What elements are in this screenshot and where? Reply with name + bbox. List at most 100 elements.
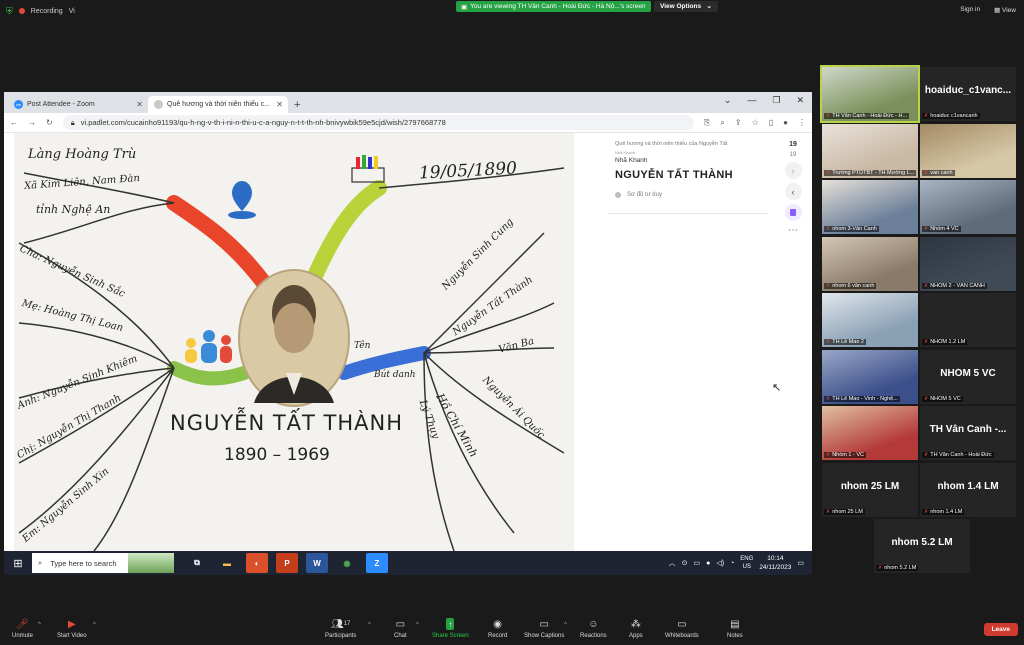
participant-tile[interactable]: ✗ TH Vân Canh - Hoài Đức - H... (820, 65, 920, 123)
start-video-button[interactable]: ▶︎ Start Video (57, 618, 87, 640)
share-icon[interactable]: ⇪ (735, 118, 742, 128)
comment-button[interactable] (784, 204, 802, 221)
mouse-cursor-icon: ↖ (772, 382, 782, 394)
paint-app-icon[interactable]: ◐ (246, 553, 268, 573)
file-explorer-icon[interactable]: ▬ (216, 553, 238, 573)
taskbar-clock[interactable]: 10:14 24/11/2023 (759, 554, 791, 572)
participant-tile[interactable]: ✗ nhom 3-Vân Canh (822, 180, 918, 234)
participant-tile[interactable]: TH Vân Canh -... ✗ TH Vân Canh - Hoài Đức (920, 406, 1016, 460)
chevron-up-icon[interactable]: ^ (564, 622, 567, 628)
back-icon[interactable]: ← (10, 118, 18, 127)
previous-post-button[interactable]: ‹ (784, 183, 802, 200)
leave-button[interactable]: Leave (983, 623, 1018, 636)
sidepanel-icon[interactable]: ▯ (769, 118, 773, 128)
tab-padlet[interactable]: Quê hương và thời niên thiếu c... ✕ (148, 96, 288, 113)
zoom-lens-icon[interactable]: ⌕ (720, 118, 724, 128)
participant-name: nhom 6 vân canh (832, 282, 875, 289)
chevron-down-icon[interactable]: ⌄ (724, 95, 732, 106)
mic-muted-icon: ✗ (924, 395, 929, 402)
zoom-app-icon[interactable]: Z (366, 553, 388, 573)
participant-tile[interactable]: ✗ NHÓM 2 - VÂN CANH (920, 236, 1016, 291)
participant-tile[interactable]: nhom 1.4 LM ✗ nhom 1.4 LM (920, 462, 1016, 517)
participant-tile[interactable]: hoaiduc_c1vanc... ✗ hoaiduc c1vancanh (920, 67, 1016, 121)
notifications-icon[interactable]: ▭ (797, 559, 804, 567)
view-label: View (1002, 7, 1016, 14)
notes-button[interactable]: ▤ Notes (727, 618, 743, 640)
show-captions-button[interactable]: ▭ Show Captions (524, 618, 564, 640)
restore-icon[interactable]: ❐ (772, 95, 780, 106)
translate-icon[interactable]: ⎘ (704, 118, 710, 128)
chevron-up-icon[interactable]: ^ (38, 622, 41, 628)
participant-name-label: ✗ TH Vân Canh - Hoài Đức (922, 452, 994, 458)
participant-tile[interactable]: ✗ TH Lê Mao - Vinh - Nghệ... (822, 349, 918, 404)
star-icon[interactable]: ☆ (752, 118, 759, 128)
forward-icon[interactable]: → (28, 118, 36, 127)
reactions-button[interactable]: ☺ Reactions (580, 618, 607, 640)
task-view-icon[interactable]: ⧉ (186, 553, 208, 573)
reload-icon[interactable]: ↻ (46, 118, 53, 127)
chevron-up-icon[interactable]: ^ (416, 622, 419, 628)
chrome-icon[interactable]: ◉ (336, 553, 358, 573)
input-language[interactable]: ENG US (740, 555, 753, 571)
chevron-up-icon[interactable]: ^ (368, 622, 371, 628)
new-tab-button[interactable]: + (294, 99, 300, 111)
profile-avatar[interactable]: ● (783, 118, 788, 128)
padlet-post-panel: Quê hương và thời niên thiếu của Nguyễn … (608, 133, 812, 551)
participant-tile[interactable]: ✗ NHÓM 1.2 LM (920, 293, 1016, 347)
close-window-icon[interactable]: ✕ (796, 95, 804, 106)
more-options-icon[interactable]: ⋯ (788, 225, 798, 236)
participant-tile[interactable]: ✗ TH Lê Mao 2 (822, 293, 918, 347)
zoom-top-bar: ⛨ Recording Vi ▣ You are viewing TH Vân … (0, 0, 1024, 22)
tab-zoom[interactable]: zm Post Attendee - Zoom ✕ (8, 96, 148, 113)
show-hidden-icons-icon[interactable]: ︿ (669, 558, 676, 568)
participant-tile[interactable]: nhom 5.2 LM ✗ nhom 5.2 LM (874, 519, 970, 573)
unmute-button[interactable]: 🎤︎ Unmute (12, 618, 33, 640)
shield-icon[interactable]: ⛨ (6, 6, 13, 17)
chat-button[interactable]: ▭ Chat (394, 618, 407, 640)
tab-label: Quê hương và thời niên thiếu c... (167, 101, 270, 108)
mic-icon[interactable]: ● (706, 560, 710, 567)
author-caption: Nhã Khanh (615, 150, 636, 155)
chevron-up-icon[interactable]: ^ (93, 622, 96, 628)
participant-tile[interactable]: nhom 25 LM ✗ nhom 25 LM (822, 462, 918, 517)
menu-icon[interactable]: ⋮ (798, 118, 806, 128)
share-screen-button[interactable]: ↑ Share Screen (432, 618, 469, 639)
lang-code: ENG (740, 556, 754, 562)
participants-icon: 👥︎ 17 (330, 618, 351, 630)
participant-name-label: ✗ TH Lê Mao - Vinh - Nghệ... (824, 395, 900, 402)
participant-tile[interactable]: ✗ Nhóm 1 - VC (822, 406, 918, 460)
chrome-window: zm Post Attendee - Zoom ✕ Quê hương và t… (4, 92, 812, 575)
taskbar-search-input[interactable]: ⌕ Type here to search (32, 553, 174, 573)
participant-tile[interactable]: ✗ Nhóm 4 VC (920, 180, 1016, 234)
sign-in-button[interactable]: Sign in (960, 6, 980, 14)
minimize-icon[interactable]: — (747, 95, 756, 106)
next-post-button[interactable]: › (784, 162, 802, 179)
close-icon[interactable]: ✕ (136, 100, 143, 109)
participants-button[interactable]: 👥︎ 17 Participants (325, 618, 356, 640)
mindmap-years: 1890 – 1969 (224, 445, 330, 465)
windows-start-icon[interactable]: ⊞ (4, 557, 32, 570)
close-icon[interactable]: ✕ (276, 100, 283, 109)
volume-icon[interactable]: ◁) (716, 559, 724, 567)
post-navigation: 19 19 › ‹ ⋯ (778, 141, 808, 236)
participant-tile[interactable]: ✗ Trường PTDTBT - TH Mường L... (822, 123, 918, 178)
participant-tile[interactable]: ✗ van canh (920, 123, 1016, 178)
word-icon[interactable]: W (306, 553, 328, 573)
powerpoint-icon[interactable]: P (276, 553, 298, 573)
wifi-icon[interactable]: ◔ (730, 560, 734, 567)
record-button[interactable]: ◉ Record (488, 618, 507, 640)
divider (608, 213, 768, 214)
participant-tile[interactable]: ✗ nhom 6 vân canh (822, 236, 918, 291)
url-field[interactable]: 🔒︎ vi.padlet.com/cucainho91193/qu-h-ng-v… (62, 115, 694, 130)
apps-button[interactable]: ⁂ Apps (629, 618, 643, 640)
participant-name-label: ✗ nhom 3-Vân Canh (824, 226, 879, 232)
padlet-breadcrumb[interactable]: Quê hương và thời niên thiếu của Nguyễn … (615, 141, 727, 147)
camera-icon[interactable]: ▭ (693, 559, 700, 567)
participant-tile[interactable]: NHÓM 5 VC ✗ NHÓM 5 VC (920, 349, 1016, 404)
view-button[interactable]: ▦ View (994, 6, 1016, 14)
view-options-button[interactable]: View Options ⌄ (654, 1, 718, 12)
mic-muted-icon: ✗ (924, 226, 929, 232)
whiteboards-button[interactable]: ▭ Whiteboards (665, 618, 699, 640)
network-icon[interactable]: ⊙ (682, 559, 688, 567)
participant-name-label: ✗ NHÓM 1.2 LM (922, 339, 968, 345)
